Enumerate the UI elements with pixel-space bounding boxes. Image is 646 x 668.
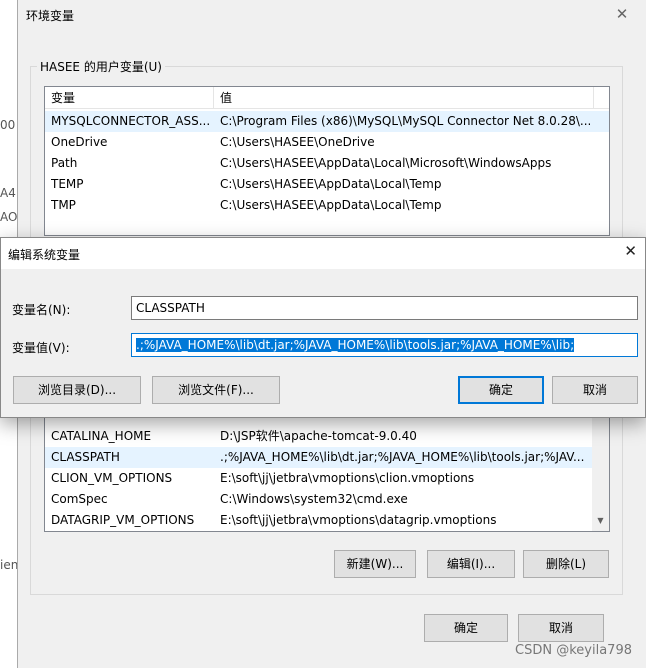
variable-value-field[interactable]: .;%JAVA_HOME%\lib\dt.jar;%JAVA_HOME%\lib… (131, 333, 638, 357)
column-header-variable[interactable]: 变量 (45, 87, 214, 109)
user-variables-label: HASEE 的用户变量(U) (37, 58, 165, 75)
list-item[interactable]: OneDrive C:\Users\HASEE\OneDrive (45, 132, 609, 153)
selected-value-text: .;%JAVA_HOME%\lib\dt.jar;%JAVA_HOME%\lib… (136, 338, 575, 352)
variable-value: C:\Users\HASEE\AppData\Local\Temp (220, 198, 442, 212)
variable-name: DATAGRIP_VM_OPTIONS (51, 513, 195, 527)
edit-system-variable-dialog: 编辑系统变量 ✕ 变量名(N): CLASSPATH 变量值(V): .;%JA… (0, 237, 646, 418)
variable-name: TMP (51, 198, 76, 212)
variable-value: C:\Users\HASEE\OneDrive (220, 135, 375, 149)
dialog-cancel-button[interactable]: 取消 (552, 376, 638, 404)
background-text-fragment: ien (0, 558, 19, 572)
list-header: 变量 值 (45, 87, 609, 109)
variable-value: C:\Program Files (x86)\MySQL\MySQL Conne… (220, 114, 590, 128)
column-header-value[interactable]: 值 (214, 87, 594, 109)
browse-directory-button[interactable]: 浏览目录(D)... (13, 376, 141, 404)
variable-value: D:\JSP软件\apache-tomcat-9.0.40 (220, 429, 417, 443)
dialog-ok-button[interactable]: 确定 (458, 376, 544, 404)
list-item[interactable]: TMP C:\Users\HASEE\AppData\Local\Temp (45, 195, 609, 216)
window-title: 环境变量 (26, 9, 75, 23)
variable-name: Path (51, 156, 78, 170)
list-item[interactable]: Path C:\Users\HASEE\AppData\Local\Micros… (45, 153, 609, 174)
variable-value: E:\soft\jj\jetbra\vmoptions\clion.vmopti… (220, 471, 475, 485)
variable-name: MYSQLCONNECTOR_ASS... (51, 114, 211, 128)
list-item[interactable]: CATALINA_HOME D:\JSP软件\apache-tomcat-9.0… (45, 426, 609, 447)
variable-name: TEMP (51, 177, 84, 191)
list-item[interactable]: ComSpec C:\Windows\system32\cmd.exe (45, 489, 609, 510)
variable-value: C:\Windows\system32\cmd.exe (220, 492, 408, 506)
list-item[interactable]: TEMP C:\Users\HASEE\AppData\Local\Temp (45, 174, 609, 195)
close-icon[interactable]: ✕ (624, 242, 637, 260)
background-text-fragment: 00 (0, 118, 16, 132)
dialog-titlebar: 编辑系统变量 ✕ (1, 238, 645, 269)
variable-value: E:\soft\jj\jetbra\vmoptions\datagrip.vmo… (220, 513, 497, 527)
variable-value-label: 变量值(V): (12, 341, 70, 355)
variable-name: CLASSPATH (51, 450, 120, 464)
user-variables-list[interactable]: 变量 值 MYSQLCONNECTOR_ASS... C:\Program Fi… (44, 86, 610, 236)
vertical-scrollbar[interactable]: ▼ (592, 412, 609, 531)
system-variables-list[interactable]: CATALINA_HOME D:\JSP软件\apache-tomcat-9.0… (44, 412, 610, 532)
dialog-title: 编辑系统变量 (8, 248, 81, 262)
close-icon[interactable]: ✕ (612, 4, 632, 24)
list-item[interactable]: CLION_VM_OPTIONS E:\soft\jj\jetbra\vmopt… (45, 468, 609, 489)
edit-variable-button[interactable]: 编辑(I)... (427, 550, 515, 578)
variable-value: C:\Users\HASEE\AppData\Local\Temp (220, 177, 442, 191)
variable-name: CLION_VM_OPTIONS (51, 471, 173, 485)
list-item[interactable]: MYSQLCONNECTOR_ASS... C:\Program Files (… (45, 111, 609, 132)
new-variable-button[interactable]: 新建(W)... (334, 550, 416, 578)
delete-variable-button[interactable]: 删除(L) (523, 550, 609, 578)
variable-name: ComSpec (51, 492, 108, 506)
variable-value: .;%JAVA_HOME%\lib\dt.jar;%JAVA_HOME%\lib… (220, 450, 585, 464)
variable-name-field[interactable]: CLASSPATH (131, 296, 638, 320)
list-item[interactable]: CLASSPATH .;%JAVA_HOME%\lib\dt.jar;%JAVA… (45, 447, 594, 468)
variable-name: OneDrive (51, 135, 108, 149)
variable-value: C:\Users\HASEE\AppData\Local\Microsoft\W… (220, 156, 552, 170)
ok-button[interactable]: 确定 (424, 614, 508, 642)
cancel-button[interactable]: 取消 (518, 614, 604, 642)
scroll-down-icon[interactable]: ▼ (592, 512, 609, 529)
variable-name: CATALINA_HOME (51, 429, 152, 443)
watermark-text: CSDN @keyila798 (515, 643, 632, 658)
variable-name-label: 变量名(N): (12, 303, 71, 317)
browse-file-button[interactable]: 浏览文件(F)... (152, 376, 280, 404)
list-item[interactable]: DATAGRIP_VM_OPTIONS E:\soft\jj\jetbra\vm… (45, 510, 609, 531)
